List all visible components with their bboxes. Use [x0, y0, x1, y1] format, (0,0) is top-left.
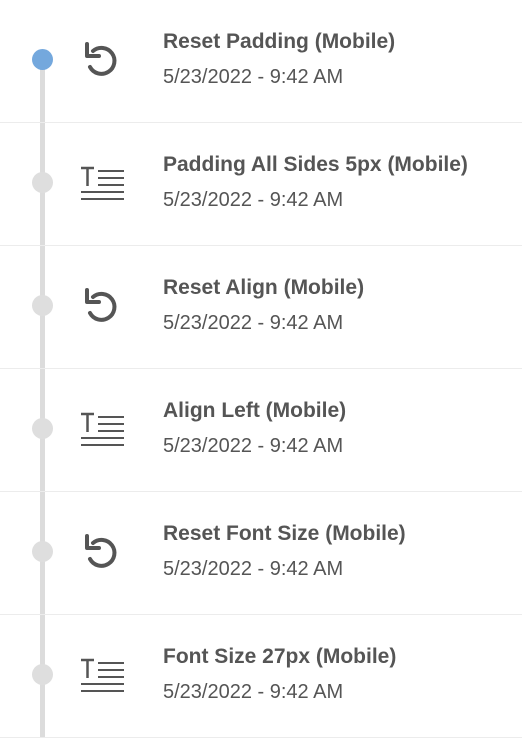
timeline-dot	[32, 541, 53, 562]
history-item[interactable]: Font Size 27px (Mobile) 5/23/2022 - 9:42…	[0, 615, 522, 738]
text-format-icon	[78, 654, 128, 698]
history-item-time: 5/23/2022 - 9:42 AM	[163, 681, 344, 703]
timeline-dot	[32, 172, 53, 193]
history-item-time: 5/23/2022 - 9:42 AM	[163, 558, 344, 580]
history-item-title: Padding All Sides 5px (Mobile)	[163, 153, 468, 176]
history-item-time: 5/23/2022 - 9:42 AM	[163, 435, 344, 457]
history-item-title: Align Left (Mobile)	[163, 399, 347, 422]
history-item-title: Font Size 27px (Mobile)	[163, 645, 397, 668]
history-item-title: Reset Padding (Mobile)	[163, 30, 396, 53]
text-format-icon	[78, 162, 128, 206]
history-item-title: Reset Align (Mobile)	[163, 276, 365, 299]
history-item-time: 5/23/2022 - 9:42 AM	[163, 66, 344, 88]
reset-icon	[78, 39, 128, 83]
timeline-dot-active	[32, 49, 53, 70]
timeline-dot	[32, 664, 53, 685]
history-panel: Reset Padding (Mobile) 5/23/2022 - 9:42 …	[0, 0, 522, 738]
timeline-dot	[32, 418, 53, 439]
history-item-time: 5/23/2022 - 9:42 AM	[163, 189, 344, 211]
history-item-title: Reset Font Size (Mobile)	[163, 522, 406, 545]
reset-icon	[78, 531, 128, 575]
history-item[interactable]: Reset Padding (Mobile) 5/23/2022 - 9:42 …	[0, 0, 522, 123]
history-item[interactable]: Reset Font Size (Mobile) 5/23/2022 - 9:4…	[0, 492, 522, 615]
history-item[interactable]: Padding All Sides 5px (Mobile) 5/23/2022…	[0, 123, 522, 246]
text-format-icon	[78, 408, 128, 452]
history-item-time: 5/23/2022 - 9:42 AM	[163, 312, 344, 334]
history-item[interactable]: Reset Align (Mobile) 5/23/2022 - 9:42 AM	[0, 246, 522, 369]
reset-icon	[78, 285, 128, 329]
timeline-dot	[32, 295, 53, 316]
history-item[interactable]: Align Left (Mobile) 5/23/2022 - 9:42 AM	[0, 369, 522, 492]
